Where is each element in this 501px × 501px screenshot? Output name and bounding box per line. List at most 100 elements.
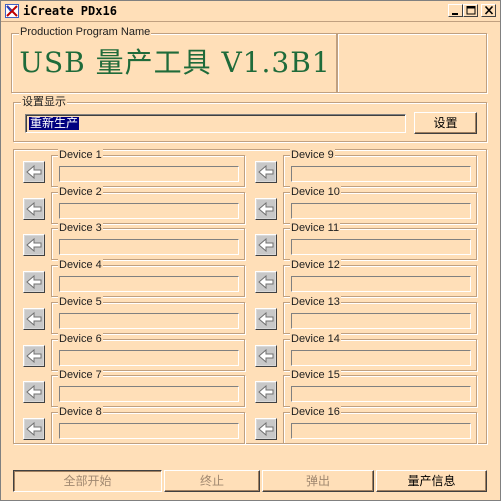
device-arrow-button[interactable] <box>23 271 45 294</box>
device-slot: Device 3 <box>23 222 245 261</box>
device-label: Device 16 <box>290 405 341 418</box>
arrow-left-icon <box>25 273 43 292</box>
device-label: Device 4 <box>58 259 103 272</box>
device-arrow-button[interactable] <box>255 161 277 183</box>
device-arrow-button[interactable] <box>255 417 277 440</box>
close-button[interactable] <box>481 4 496 17</box>
device-arrow-button[interactable] <box>255 271 277 294</box>
device-status-field <box>291 239 471 256</box>
device-status-field <box>59 202 239 219</box>
device-slot: Device 15 <box>255 369 477 408</box>
device-arrow-button[interactable] <box>23 417 45 440</box>
device-slot: Device 13 <box>255 295 477 334</box>
device-box: Device 7 <box>51 369 245 408</box>
arrow-left-icon <box>257 419 275 438</box>
arrow-left-icon <box>257 383 275 402</box>
device-box: Device 10 <box>283 185 477 224</box>
device-box: Device 9 <box>283 149 477 187</box>
device-status-field <box>291 422 471 439</box>
device-label: Device 13 <box>290 295 341 308</box>
device-box: Device 12 <box>283 259 477 298</box>
device-box: Device 16 <box>283 405 477 444</box>
start-all-button[interactable]: 全部开始 <box>13 470 162 492</box>
device-status-field <box>59 349 239 366</box>
device-status-field <box>59 312 239 329</box>
device-status-field <box>59 166 239 182</box>
device-arrow-button[interactable] <box>255 197 277 220</box>
device-slot: Device 14 <box>255 332 477 371</box>
arrow-left-icon <box>257 273 275 292</box>
device-status-field <box>59 422 239 439</box>
device-arrow-button[interactable] <box>255 381 277 404</box>
device-status-field <box>291 386 471 403</box>
device-box: Device 11 <box>283 222 477 261</box>
device-arrow-button[interactable] <box>23 381 45 404</box>
device-status-field <box>291 166 471 182</box>
device-box: Device 3 <box>51 222 245 261</box>
device-slot: Device 9 <box>255 149 477 187</box>
device-status-field <box>59 276 239 293</box>
device-arrow-button[interactable] <box>255 234 277 257</box>
device-slot: Device 7 <box>23 369 245 408</box>
app-window: iCreate PDx16 Production Program Name US… <box>0 0 501 501</box>
device-label: Device 7 <box>58 369 103 382</box>
arrow-left-icon <box>25 199 43 218</box>
device-label: Device 11 <box>290 222 341 235</box>
device-label: Device 5 <box>58 295 103 308</box>
device-slot: Device 6 <box>23 332 245 371</box>
arrow-left-icon <box>25 419 43 438</box>
device-slot: Device 5 <box>23 295 245 334</box>
arrow-left-icon <box>25 236 43 255</box>
device-slot: Device 8 <box>23 405 245 444</box>
window-title: iCreate PDx16 <box>23 4 117 18</box>
arrow-left-icon <box>257 309 275 328</box>
device-label: Device 1 <box>58 149 103 161</box>
app-logo-icon <box>5 4 19 18</box>
maximize-button[interactable] <box>463 4 478 17</box>
arrow-left-icon <box>25 163 43 181</box>
device-slot: Device 10 <box>255 185 477 224</box>
stop-button[interactable]: 终止 <box>164 470 260 492</box>
device-box: Device 1 <box>51 149 245 187</box>
device-slot: Device 16 <box>255 405 477 444</box>
device-status-field <box>59 239 239 256</box>
arrow-left-icon <box>25 309 43 328</box>
settings-button[interactable]: 设置 <box>414 112 477 134</box>
arrow-left-icon <box>257 346 275 365</box>
device-box: Device 14 <box>283 332 477 371</box>
title-bar[interactable]: iCreate PDx16 <box>1 1 500 22</box>
device-slot: Device 12 <box>255 259 477 298</box>
device-arrow-button[interactable] <box>23 234 45 257</box>
device-arrow-button[interactable] <box>23 197 45 220</box>
arrow-left-icon <box>257 236 275 255</box>
device-arrow-button[interactable] <box>23 344 45 367</box>
device-status-field <box>291 312 471 329</box>
device-box: Device 13 <box>283 295 477 334</box>
production-info-button[interactable]: 量产信息 <box>376 470 487 492</box>
minimize-button[interactable] <box>448 4 463 17</box>
device-box: Device 8 <box>51 405 245 444</box>
device-label: Device 6 <box>58 332 103 345</box>
settings-display-field[interactable]: 重新生产 <box>25 114 406 133</box>
device-status-field <box>59 386 239 403</box>
device-arrow-button[interactable] <box>255 344 277 367</box>
device-label: Device 10 <box>290 185 341 198</box>
device-arrow-button[interactable] <box>255 307 277 330</box>
device-label: Device 14 <box>290 332 341 345</box>
device-status-field <box>291 202 471 219</box>
device-box: Device 6 <box>51 332 245 371</box>
device-box: Device 5 <box>51 295 245 334</box>
device-arrow-button[interactable] <box>23 161 45 183</box>
device-label: Device 15 <box>290 369 341 382</box>
arrow-left-icon <box>257 163 275 181</box>
device-box: Device 2 <box>51 185 245 224</box>
device-label: Device 8 <box>58 405 103 418</box>
program-side-panel <box>337 33 487 93</box>
arrow-left-icon <box>25 346 43 365</box>
device-arrow-button[interactable] <box>23 307 45 330</box>
device-box: Device 15 <box>283 369 477 408</box>
device-slot: Device 4 <box>23 259 245 298</box>
eject-button[interactable]: 弹出 <box>262 470 374 492</box>
arrow-left-icon <box>25 383 43 402</box>
device-status-field <box>291 276 471 293</box>
